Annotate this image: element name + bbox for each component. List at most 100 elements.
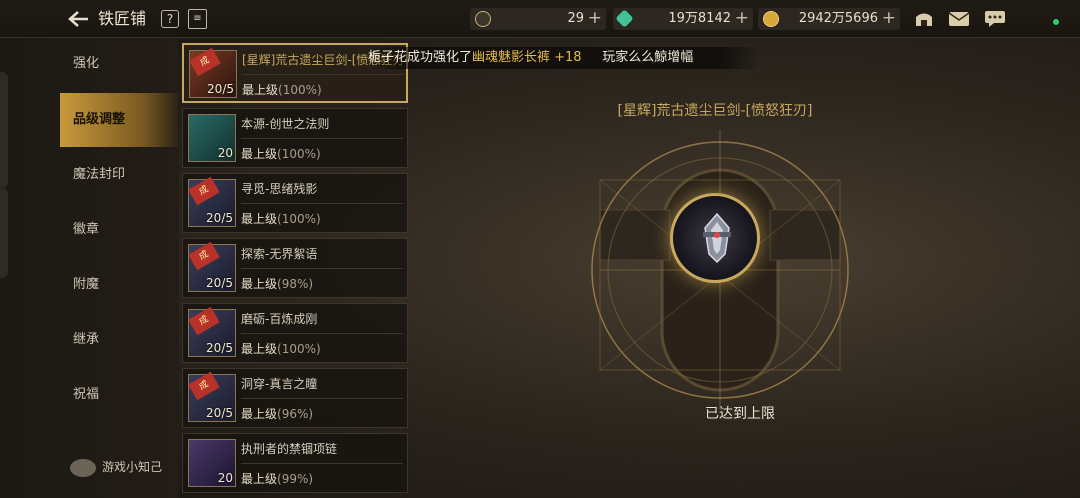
question-icon[interactable]: ? bbox=[161, 10, 179, 28]
equipment-list-item[interactable]: 20 本源-创世之法则 最上级(100%) bbox=[182, 108, 408, 168]
greatsword-item-icon: 成 20/5 bbox=[189, 47, 237, 98]
sidebar-item-enhance[interactable]: 强化 bbox=[60, 37, 178, 91]
currency-gold-value: 2942万5696 bbox=[798, 11, 878, 26]
sidebar-item-grade-adjust[interactable]: 品级调整 bbox=[60, 93, 178, 147]
item-name: 寻觅-思绪残影 bbox=[241, 182, 318, 196]
top-bar: 铁匠铺 ? ≡ 29 + 19万8142 + 2942万5696 + bbox=[0, 0, 1080, 38]
sidebar-item-enchant[interactable]: 附魔 bbox=[60, 258, 178, 312]
mail-icon[interactable] bbox=[948, 10, 970, 28]
chat-icon[interactable] bbox=[984, 10, 1006, 28]
growth-badge: 成 bbox=[189, 47, 221, 77]
item-grade: 最上级(100%) bbox=[241, 340, 321, 358]
growth-badge: 成 bbox=[188, 241, 220, 271]
page-title: 铁匠铺 bbox=[98, 9, 147, 28]
item-level: 20/5 bbox=[206, 211, 233, 225]
necklace-item-icon: 20 bbox=[188, 439, 236, 487]
currency-coin: 29 + bbox=[470, 8, 606, 30]
item-level: 20/5 bbox=[206, 406, 233, 420]
coin-c-icon bbox=[475, 11, 491, 27]
sidebar-item-emblem[interactable]: 徽章 bbox=[60, 203, 178, 257]
grade-percent: (100%) bbox=[277, 147, 321, 161]
add-coin-button[interactable]: + bbox=[588, 8, 602, 28]
item-grade: 最上级(100%) bbox=[241, 210, 321, 228]
growth-badge: 成 bbox=[188, 371, 220, 401]
app-root: [星辉]荒古遗尘巨剑-[愤怒狂刃] 已达到上限 铁匠铺 ? ≡ 29 + 19万… bbox=[0, 0, 1080, 498]
book-icon[interactable]: ≡ bbox=[188, 9, 207, 29]
grade-label: 最上级 bbox=[241, 212, 278, 226]
origin-armor-icon: 20 bbox=[188, 114, 236, 162]
equipment-list-item[interactable]: 成 20/5 磨砺-百炼成刚 最上级(100%) bbox=[182, 303, 408, 363]
item-name: 探索-无界絮语 bbox=[241, 247, 318, 261]
broadcast-notice: 栀子花成功强化了幽魂魅影长裤 +18 玩家么么鯨增幅 bbox=[368, 47, 760, 69]
currency-coin-value: 29 bbox=[567, 11, 584, 26]
back-arrow-icon[interactable] bbox=[66, 9, 90, 29]
pig-mascot-icon[interactable] bbox=[70, 459, 96, 477]
grade-label: 最上级 bbox=[241, 147, 278, 161]
item-level: 20 bbox=[217, 146, 233, 160]
gold-coin-icon bbox=[763, 11, 779, 27]
grade-label: 最上级 bbox=[241, 342, 278, 356]
grade-label: 最上级 bbox=[242, 83, 279, 97]
notice-suffix: 玩家么么鯨增幅 bbox=[602, 50, 694, 65]
grade-percent: (100%) bbox=[278, 83, 322, 97]
item-level: 20/5 bbox=[206, 276, 233, 290]
divider bbox=[241, 203, 403, 204]
item-level: 20 bbox=[217, 471, 233, 485]
selected-equipment-orb[interactable] bbox=[670, 193, 760, 283]
item-grade: 最上级(98%) bbox=[241, 275, 313, 293]
grade-percent: (98%) bbox=[277, 277, 314, 291]
side-edge-handle bbox=[0, 72, 8, 188]
equipment-list-item[interactable]: 成 20/5 探索-无界絮语 最上级(98%) bbox=[182, 238, 408, 298]
sidebar-item-magic-seal[interactable]: 魔法封印 bbox=[60, 148, 178, 202]
item-grade: 最上级(100%) bbox=[242, 81, 322, 99]
item-grade: 最上级(100%) bbox=[241, 145, 321, 163]
add-gold-button[interactable]: + bbox=[882, 8, 896, 28]
item-name: 本源-创世之法则 bbox=[241, 117, 330, 131]
divider bbox=[241, 138, 403, 139]
max-grade-status: 已达到上限 bbox=[705, 406, 775, 422]
divider bbox=[241, 398, 403, 399]
item-grade: 最上级(99%) bbox=[241, 470, 313, 488]
item-name: 洞穿-真言之瞳 bbox=[241, 377, 318, 391]
armor-piece-icon: 成 20/5 bbox=[188, 371, 236, 422]
green-gem-icon bbox=[615, 9, 634, 28]
item-grade: 最上级(96%) bbox=[241, 405, 313, 423]
grade-label: 最上级 bbox=[241, 407, 278, 421]
online-status-dot bbox=[1053, 19, 1059, 25]
item-name: 执刑者的禁锢项链 bbox=[241, 442, 338, 456]
side-edge-handle-lower[interactable] bbox=[0, 188, 8, 278]
divider bbox=[241, 333, 403, 334]
armor-piece-icon: 成 20/5 bbox=[188, 306, 236, 357]
grade-label: 最上级 bbox=[241, 472, 278, 486]
grade-label: 最上级 bbox=[241, 277, 278, 291]
item-name: 磨砺-百炼成刚 bbox=[241, 312, 318, 326]
sidebar-item-inherit[interactable]: 继承 bbox=[60, 313, 178, 367]
equipment-list-item[interactable]: 成 20/5 洞穿-真言之瞳 最上级(96%) bbox=[182, 368, 408, 428]
equipment-list-item[interactable]: 成 20/5 寻觅-思绪残影 最上级(100%) bbox=[182, 173, 408, 233]
growth-badge: 成 bbox=[188, 176, 220, 206]
currency-gem: 19万8142 + bbox=[613, 8, 753, 30]
divider bbox=[242, 74, 404, 75]
armor-piece-icon: 成 20/5 bbox=[188, 241, 236, 292]
armor-piece-icon: 成 20/5 bbox=[188, 176, 236, 227]
divider bbox=[241, 463, 403, 464]
add-gem-button[interactable]: + bbox=[735, 8, 749, 28]
currency-gem-value: 19万8142 bbox=[668, 11, 731, 26]
notice-item: 幽魂魅影长裤 +18 bbox=[472, 50, 582, 65]
grade-percent: (96%) bbox=[277, 407, 314, 421]
sidebar-item-blessing[interactable]: 祝福 bbox=[60, 368, 178, 422]
item-level: 20/5 bbox=[207, 82, 234, 96]
shop-icon[interactable] bbox=[913, 10, 935, 28]
selected-item-title: [星辉]荒古遗尘巨剑-[愤怒狂刃] bbox=[617, 103, 813, 119]
grade-percent: (99%) bbox=[277, 472, 314, 486]
growth-badge: 成 bbox=[188, 306, 220, 336]
notice-prefix: 栀子花成功强化了 bbox=[368, 50, 473, 65]
item-level: 20/5 bbox=[206, 341, 233, 355]
currency-gold: 2942万5696 + bbox=[758, 8, 900, 30]
game-tips-button[interactable]: 游戏小知己 bbox=[102, 457, 162, 477]
greatsword-icon bbox=[703, 212, 731, 264]
grade-percent: (100%) bbox=[277, 342, 321, 356]
divider bbox=[241, 268, 403, 269]
grade-percent: (100%) bbox=[277, 212, 321, 226]
equipment-list-item[interactable]: 20 执刑者的禁锢项链 最上级(99%) bbox=[182, 433, 408, 493]
